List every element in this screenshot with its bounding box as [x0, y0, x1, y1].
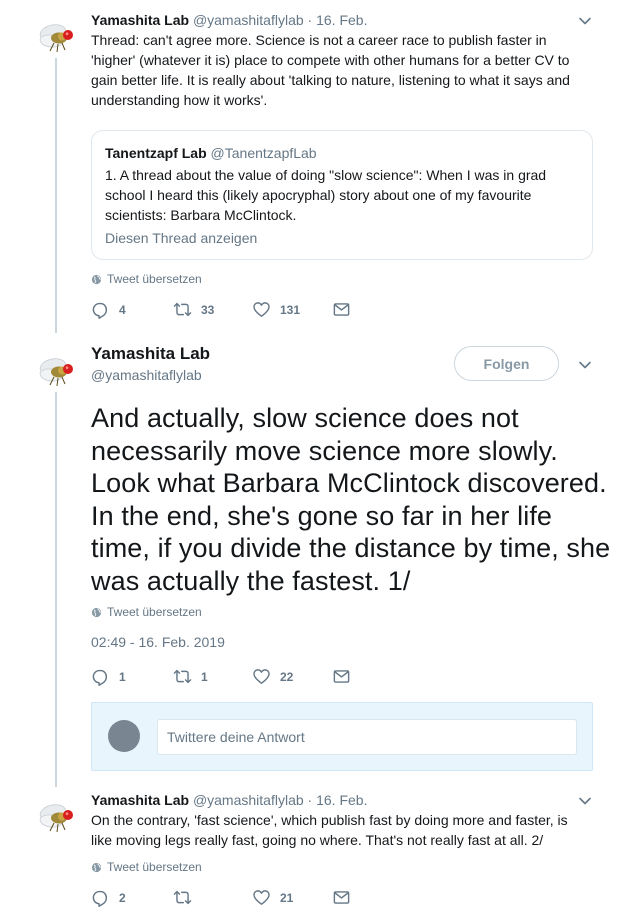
- like-button[interactable]: 131: [252, 300, 300, 319]
- thread-line-top: [55, 58, 57, 333]
- quote-author-name: Tanentzapf Lab: [105, 145, 207, 161]
- envelope-icon: [332, 888, 351, 907]
- user-avatar: [108, 720, 140, 752]
- tweet-text: On the contrary, 'fast science', which p…: [91, 812, 568, 848]
- author-name[interactable]: Yamashita Lab: [91, 12, 189, 28]
- author-handle[interactable]: @yamashitaflylab: [91, 367, 202, 383]
- retweet-icon: [173, 300, 192, 319]
- like-count: 131: [280, 302, 301, 317]
- thread-line-bottom: [55, 392, 57, 787]
- envelope-icon: [332, 300, 351, 319]
- tweet-date[interactable]: 16. Feb.: [316, 792, 367, 808]
- reply-count: 2: [119, 890, 126, 905]
- translate-label: Tweet übersetzen: [107, 605, 202, 619]
- heart-icon: [252, 300, 271, 319]
- translate-tweet-link[interactable]: Tweet übersetzen: [91, 605, 202, 619]
- author-handle[interactable]: @yamashitaflylab: [193, 792, 304, 808]
- tweet-text: Thread: can't agree more. Science is not…: [91, 32, 570, 108]
- chevron-down-icon[interactable]: [578, 14, 592, 28]
- tweet-actions: 2 21: [91, 888, 391, 908]
- chevron-down-icon[interactable]: [578, 358, 592, 372]
- follow-button[interactable]: Folgen: [454, 346, 559, 381]
- avatar[interactable]: [37, 352, 77, 392]
- reply-button[interactable]: 1: [91, 667, 126, 686]
- author-name[interactable]: Yamashita Lab: [91, 792, 189, 808]
- retweet-button[interactable]: 1: [173, 667, 208, 686]
- reply-icon: [91, 888, 110, 907]
- tweet-text: And actually, slow science does not nece…: [91, 403, 611, 596]
- fly-avatar-icon: [37, 798, 77, 838]
- reply-icon: [91, 667, 110, 686]
- tweet-header: Yamashita Lab @yamashitaflylab · 16. Feb…: [91, 12, 367, 28]
- reply-button[interactable]: 4: [91, 300, 126, 319]
- retweet-button[interactable]: [173, 888, 201, 907]
- globe-icon: [91, 862, 102, 873]
- retweet-icon: [173, 667, 192, 686]
- author-name[interactable]: Yamashita Lab: [91, 344, 210, 364]
- separator: ·: [307, 792, 313, 808]
- retweet-count: 33: [201, 302, 215, 317]
- quote-text: 1. A thread about the value of doing "sl…: [105, 167, 547, 223]
- globe-icon: [91, 607, 102, 618]
- reply-icon: [91, 300, 110, 319]
- reply-count: 1: [119, 669, 126, 684]
- quoted-tweet[interactable]: Tanentzapf Lab @TanentzapfLab 1. A threa…: [91, 130, 593, 260]
- fly-avatar-icon: [37, 18, 77, 58]
- like-button[interactable]: 21: [252, 888, 293, 907]
- dm-button[interactable]: [332, 667, 351, 686]
- translate-label: Tweet übersetzen: [107, 860, 202, 874]
- globe-icon: [91, 274, 102, 285]
- quote-author-handle: @TanentzapfLab: [210, 145, 317, 161]
- like-count: 21: [280, 890, 294, 905]
- tweet-actions: 1 1 22: [91, 667, 391, 687]
- heart-icon: [252, 888, 271, 907]
- fly-avatar-icon: [37, 352, 77, 392]
- chevron-down-icon[interactable]: [578, 794, 592, 808]
- tweet-date[interactable]: 16. Feb.: [316, 12, 367, 28]
- retweet-icon: [173, 888, 192, 907]
- envelope-icon: [332, 667, 351, 686]
- reply-composer: [91, 702, 593, 771]
- reply-input[interactable]: [157, 719, 577, 755]
- like-button[interactable]: 22: [252, 667, 293, 686]
- translate-label: Tweet übersetzen: [107, 272, 202, 286]
- separator: ·: [307, 12, 313, 28]
- avatar[interactable]: [37, 18, 77, 58]
- reply-count: 4: [119, 302, 126, 317]
- translate-tweet-link[interactable]: Tweet übersetzen: [91, 860, 202, 874]
- quote-header: Tanentzapf Lab @TanentzapfLab: [105, 145, 317, 161]
- dm-button[interactable]: [332, 888, 351, 907]
- retweet-count: 1: [201, 669, 208, 684]
- tweet-timestamp[interactable]: 02:49 - 16. Feb. 2019: [91, 634, 225, 650]
- retweet-button[interactable]: 33: [173, 300, 214, 319]
- author-handle[interactable]: @yamashitaflylab: [193, 12, 304, 28]
- reply-button[interactable]: 2: [91, 888, 126, 907]
- like-count: 22: [280, 669, 294, 684]
- dm-button[interactable]: [332, 300, 351, 319]
- show-thread-link[interactable]: Diesen Thread anzeigen: [105, 230, 257, 246]
- tweet-header: Yamashita Lab @yamashitaflylab · 16. Feb…: [91, 792, 367, 808]
- avatar[interactable]: [37, 798, 77, 838]
- tweet-actions: 4 33 131: [91, 300, 391, 320]
- translate-tweet-link[interactable]: Tweet übersetzen: [91, 272, 202, 286]
- heart-icon: [252, 667, 271, 686]
